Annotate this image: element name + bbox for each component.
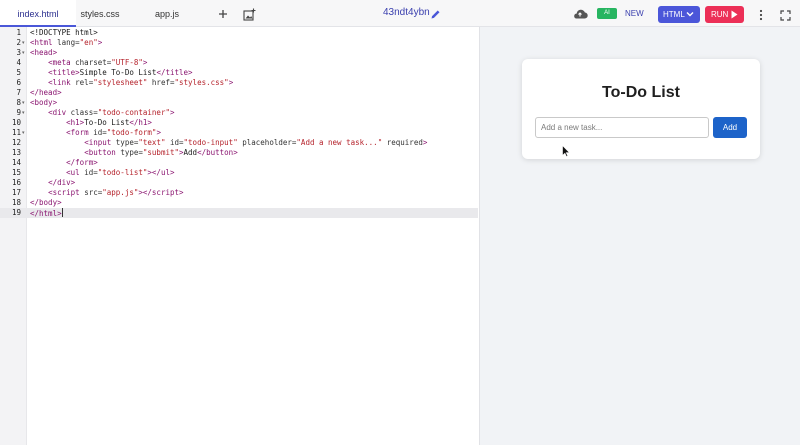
line-number: 3 (16, 48, 21, 57)
expand-icon[interactable] (780, 8, 791, 21)
fold-toggle-icon[interactable]: ▾ (22, 128, 25, 138)
line-number: 7 (16, 88, 21, 97)
more-vertical-icon[interactable] (757, 8, 765, 21)
project-name[interactable]: 43ndt4ybn (383, 7, 430, 18)
code-line[interactable]: 6 <link rel="stylesheet" href="styles.cs… (0, 78, 478, 88)
cloud-upload-icon[interactable] (572, 7, 588, 20)
line-number: 16 (11, 178, 21, 187)
page-title: To-Do List (602, 84, 680, 101)
code-text[interactable]: <meta charset="UTF-8"> (30, 58, 147, 68)
code-line[interactable]: 12 <input type="text" id="todo-input" pl… (0, 138, 478, 148)
code-line[interactable]: 18 </body> (0, 198, 478, 208)
code-line[interactable]: 2 ▾ <html lang="en"> (0, 38, 478, 48)
code-text[interactable]: <h1>To-Do List</h1> (30, 118, 152, 128)
top-toolbar: index.html styles.css app.js 43ndt4ybn A… (0, 0, 800, 27)
line-number: 2 (16, 38, 21, 47)
play-icon (731, 10, 738, 19)
line-number: 18 (11, 198, 21, 207)
line-number: 1 (16, 28, 21, 37)
code-line[interactable]: 9 ▾ <div class="todo-container"> (0, 108, 478, 118)
line-number: 12 (11, 138, 21, 147)
line-number: 15 (11, 168, 21, 177)
line-number: 19 (11, 208, 21, 217)
run-label: RUN (711, 10, 729, 19)
code-text[interactable]: <ul id="todo-list"></ul> (30, 168, 174, 178)
tab-styles-css[interactable]: styles.css (76, 0, 124, 27)
code-line[interactable]: 3 ▾ <head> (0, 48, 478, 58)
code-text[interactable]: </div> (30, 178, 75, 188)
language-label: HTML (663, 10, 685, 19)
line-number: 14 (11, 158, 21, 167)
run-button[interactable]: RUN (705, 6, 744, 23)
code-text[interactable]: <title>Simple To-Do List</title> (30, 68, 193, 78)
code-line[interactable]: 16 </div> (0, 178, 478, 188)
fold-toggle-icon[interactable]: ▾ (22, 38, 25, 48)
ai-badge[interactable]: AI (597, 8, 617, 19)
code-line[interactable]: 7 </head> (0, 88, 478, 98)
code-text[interactable]: <html lang="en"> (30, 38, 102, 48)
code-line[interactable]: 5 <title>Simple To-Do List</title> (0, 68, 478, 78)
fold-toggle-icon[interactable]: ▾ (22, 98, 25, 108)
line-number: 11 (11, 128, 21, 137)
line-number: 5 (16, 68, 21, 77)
todo-input[interactable] (535, 117, 709, 138)
code-line[interactable]: 8 ▾ <body> (0, 98, 478, 108)
code-text[interactable]: <form id="todo-form"> (30, 128, 161, 138)
new-button[interactable]: NEW (625, 9, 644, 18)
chevron-down-icon (686, 12, 694, 17)
edit-icon[interactable] (430, 7, 441, 19)
preview-pane: To-Do List Add (479, 27, 800, 445)
code-text[interactable]: </form> (30, 158, 98, 168)
code-line[interactable]: 4 <meta charset="UTF-8"> (0, 58, 478, 68)
code-editor[interactable]: 1 <!DOCTYPE html> 2 ▾ <html lang="en"> 3 ▾ <hea… (0, 27, 478, 445)
todo-container: To-Do List Add (522, 59, 760, 159)
code-text[interactable]: <input type="text" id="todo-input" place… (30, 138, 427, 148)
line-number: 6 (16, 78, 21, 87)
code-text[interactable]: <script src="app.js"></script> (30, 188, 183, 198)
code-text[interactable]: <link rel="stylesheet" href="styles.css"… (30, 78, 233, 88)
line-number: 9 (16, 108, 21, 117)
code-line[interactable]: 19 </html> (0, 208, 478, 218)
line-number: 13 (11, 148, 21, 157)
code-line[interactable]: 17 <script src="app.js"></script> (0, 188, 478, 198)
code-text[interactable]: <div class="todo-container"> (30, 108, 174, 118)
code-line[interactable]: 14 </form> (0, 158, 478, 168)
code-text[interactable]: <head> (30, 48, 57, 58)
mouse-pointer-icon (562, 145, 570, 157)
tab-index-html[interactable]: index.html (0, 0, 76, 27)
code-text[interactable]: <body> (30, 98, 57, 108)
line-number: 4 (16, 58, 21, 67)
ai-label: AI (604, 10, 610, 16)
code-line[interactable]: 15 <ul id="todo-list"></ul> (0, 168, 478, 178)
code-line[interactable]: 1 <!DOCTYPE html> (0, 28, 478, 38)
code-line[interactable]: 13 <button type="submit">Add</button> (0, 148, 478, 158)
fold-toggle-icon[interactable]: ▾ (22, 108, 25, 118)
code-text[interactable]: <button type="submit">Add</button> (30, 148, 238, 158)
code-text[interactable]: </body> (30, 198, 62, 208)
line-number: 8 (16, 98, 21, 107)
code-line[interactable]: 10 <h1>To-Do List</h1> (0, 118, 478, 128)
line-number: 10 (11, 118, 21, 127)
add-button[interactable]: Add (713, 117, 747, 138)
code-text[interactable]: </html> (30, 208, 63, 219)
add-image-icon[interactable] (240, 5, 258, 23)
fold-toggle-icon[interactable]: ▾ (22, 48, 25, 58)
tab-app-js[interactable]: app.js (148, 0, 186, 27)
language-select-button[interactable]: HTML (658, 6, 700, 23)
code-text[interactable]: </head> (30, 88, 62, 98)
code-text[interactable]: <!DOCTYPE html> (30, 28, 98, 38)
add-tab-icon[interactable] (214, 5, 232, 23)
code-line[interactable]: 11 ▾ <form id="todo-form"> (0, 128, 478, 138)
line-number: 17 (11, 188, 21, 197)
